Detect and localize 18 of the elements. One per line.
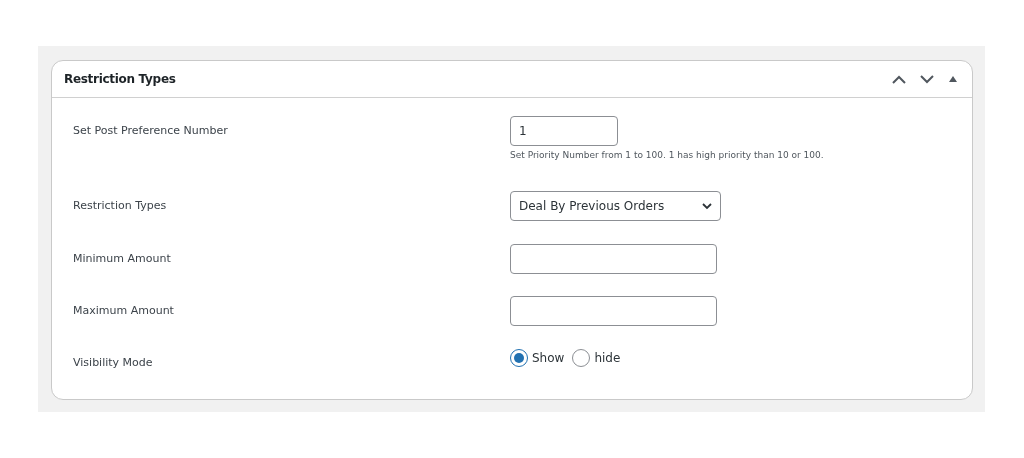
move-down-button[interactable] bbox=[918, 72, 936, 86]
help-text: Set Priority Number from 1 to 100. 1 has high priority than 10 or 100. bbox=[510, 150, 825, 160]
chevron-down-icon bbox=[702, 202, 712, 210]
chevron-up-icon bbox=[892, 74, 906, 84]
field-label: Restriction Types bbox=[73, 198, 168, 212]
triangle-icon bbox=[948, 75, 958, 83]
dropdown-field[interactable]: Deal By Previous Orders bbox=[510, 191, 721, 221]
field-label: Maximum Amount bbox=[73, 303, 175, 317]
field-label: Minimum Amount bbox=[73, 251, 172, 265]
text-field[interactable]: 1 bbox=[510, 116, 618, 146]
field-label: Set Post Preference Number bbox=[73, 123, 229, 137]
field-label: Visibility Mode bbox=[73, 355, 154, 369]
text-field[interactable] bbox=[510, 244, 717, 274]
radio-label: hide bbox=[594, 351, 621, 365]
panel-title: Restriction Types bbox=[64, 72, 176, 86]
chevron-down-icon bbox=[920, 74, 934, 84]
radio-label: Show bbox=[532, 351, 565, 365]
text-field[interactable] bbox=[510, 296, 717, 326]
